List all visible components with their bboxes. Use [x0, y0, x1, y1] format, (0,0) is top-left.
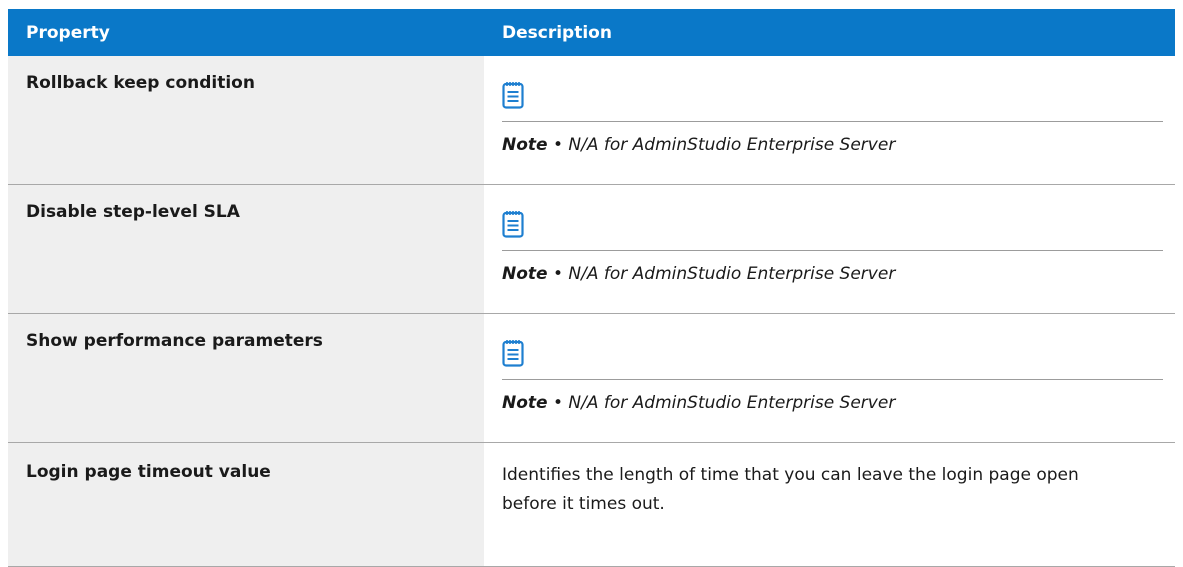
- note-label: Note: [502, 393, 548, 413]
- header-description: Description: [484, 9, 1175, 56]
- header-property: Property: [8, 9, 484, 56]
- note-text: Note • N/A for AdminStudio Enterprise Se…: [502, 263, 1163, 285]
- property-name: Show performance parameters: [8, 313, 484, 443]
- table-row: Login page timeout value Identifies the …: [8, 442, 1175, 567]
- property-name: Rollback keep condition: [8, 56, 484, 185]
- property-description: Note • N/A for AdminStudio Enterprise Se…: [484, 56, 1175, 185]
- note-body: N/A for AdminStudio Enterprise Server: [568, 135, 896, 155]
- table-row: Rollback keep condition Note • N/A for A…: [8, 56, 1175, 185]
- note-divider: [502, 379, 1163, 380]
- notepad-icon: [502, 340, 524, 367]
- property-name: Disable step-level SLA: [8, 184, 484, 314]
- note-body: N/A for AdminStudio Enterprise Server: [568, 264, 896, 284]
- note-bullet: •: [552, 393, 564, 413]
- note-text: Note • N/A for AdminStudio Enterprise Se…: [502, 134, 1163, 156]
- table-row: Disable step-level SLA Note • N/A for Ad…: [8, 184, 1175, 314]
- property-description: Identifies the length of time that you c…: [484, 442, 1175, 567]
- property-description: Note • N/A for AdminStudio Enterprise Se…: [484, 184, 1175, 314]
- note-label: Note: [502, 264, 548, 284]
- table-row: Show performance parameters Note • N/A f…: [8, 313, 1175, 443]
- notepad-icon: [502, 211, 524, 238]
- property-name: Login page timeout value: [8, 442, 484, 567]
- note-label: Note: [502, 135, 548, 155]
- note-bullet: •: [552, 135, 564, 155]
- description-text: Identifies the length of time that you c…: [502, 465, 1079, 514]
- table-header-row: Property Description: [8, 9, 1175, 56]
- property-table: Property Description Rollback keep condi…: [8, 9, 1175, 567]
- note-divider: [502, 121, 1163, 122]
- property-table-container: Property Description Rollback keep condi…: [8, 9, 1175, 567]
- note-divider: [502, 250, 1163, 251]
- note-text: Note • N/A for AdminStudio Enterprise Se…: [502, 392, 1163, 414]
- property-description: Note • N/A for AdminStudio Enterprise Se…: [484, 313, 1175, 443]
- notepad-icon: [502, 82, 524, 109]
- note-body: N/A for AdminStudio Enterprise Server: [568, 393, 896, 413]
- note-bullet: •: [552, 264, 564, 284]
